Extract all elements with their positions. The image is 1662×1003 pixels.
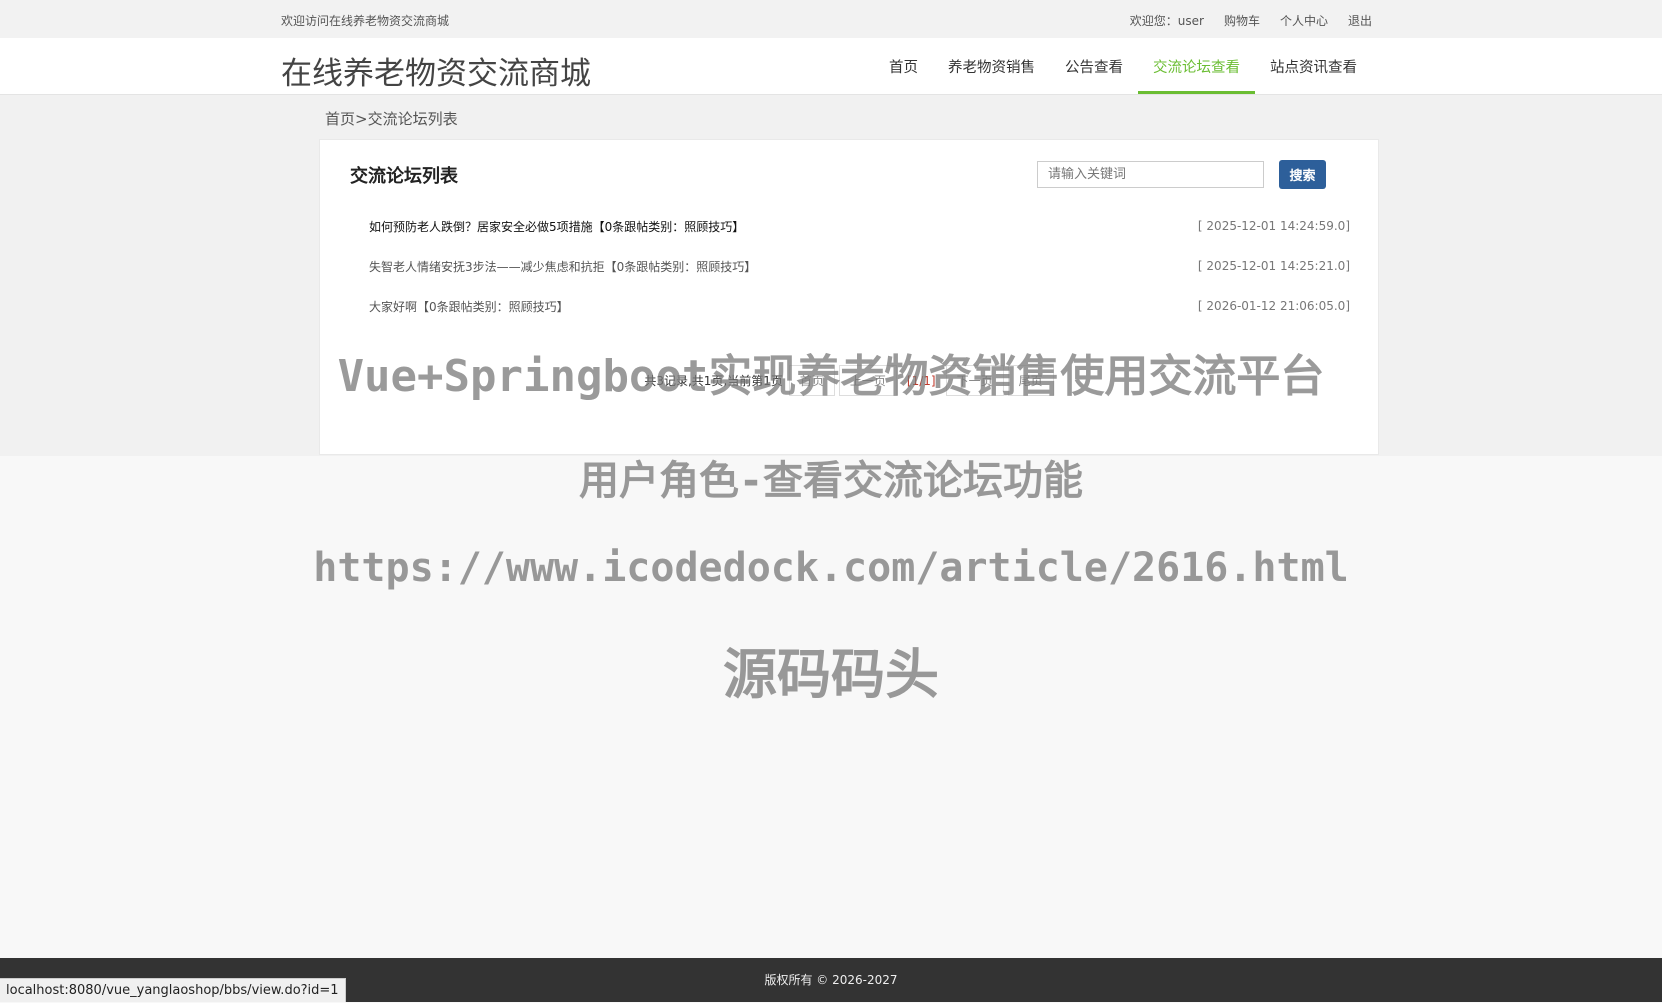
nav-product-sales[interactable]: 养老物资销售 (933, 38, 1050, 94)
profile-link[interactable]: 个人中心 (1280, 12, 1328, 29)
breadcrumb-separator: > (355, 110, 368, 128)
watermark-line-4: 源码码头 (723, 643, 939, 706)
breadcrumb-home[interactable]: 首页 (325, 110, 355, 128)
list-item: 失智老人情绪安抚3步法——减少焦虑和抗拒【0条跟帖类别：照顾技巧】 [ 2025… (369, 246, 1350, 286)
pagination-info: 共3记录,共1页,当前第1页 (644, 374, 783, 388)
post-date: [ 2025-12-01 14:24:59.0] (1197, 219, 1350, 233)
site-header: 在线养老物资交流商城 首页 养老物资销售 公告查看 交流论坛查看 站点资讯查看 (0, 38, 1662, 95)
post-title-link[interactable]: 大家好啊【0条跟帖类别：照顾技巧】 (369, 298, 569, 315)
welcome-text: 欢迎访问在线养老物资交流商城 (281, 14, 450, 28)
list-item: 大家好啊【0条跟帖类别：照顾技巧】 [ 2026-01-12 21:06:05.… (369, 286, 1350, 326)
breadcrumb: 首页>交流论坛列表 (325, 108, 458, 129)
cart-link[interactable]: 购物车 (1224, 12, 1260, 29)
prev-page-button[interactable]: 上一页 (838, 365, 897, 396)
post-date: [ 2025-12-01 14:25:21.0] (1197, 259, 1350, 273)
watermark-line-3: https://www.icodedock.com/article/2616.h… (313, 545, 1349, 591)
site-logo[interactable]: 在线养老物资交流商城 (281, 48, 591, 93)
logout-link[interactable]: 退出 (1348, 12, 1372, 29)
list-item: 如何预防老人跌倒？居家安全必做5项措施【0条跟帖类别：照顾技巧】 [ 2025-… (369, 206, 1350, 246)
nav-announcements[interactable]: 公告查看 (1050, 38, 1138, 94)
nav-news[interactable]: 站点资讯查看 (1255, 38, 1372, 94)
nav-forum[interactable]: 交流论坛查看 (1138, 38, 1255, 94)
top-bar: 欢迎访问在线养老物资交流商城 欢迎您：user 购物车 个人中心 退出 (0, 0, 1662, 38)
top-links: 欢迎您：user 购物车 个人中心 退出 (1130, 12, 1372, 29)
forum-panel: 交流论坛列表 搜索 如何预防老人跌倒？居家安全必做5项措施【0条跟帖类别：照顾技… (319, 139, 1379, 455)
post-list: 如何预防老人跌倒？居家安全必做5项措施【0条跟帖类别：照顾技巧】 [ 2025-… (369, 206, 1350, 326)
post-title-link[interactable]: 如何预防老人跌倒？居家安全必做5项措施【0条跟帖类别：照顾技巧】 (369, 218, 744, 235)
post-date: [ 2026-01-12 21:06:05.0] (1197, 299, 1350, 313)
search-button[interactable]: 搜索 (1279, 160, 1326, 189)
panel-title: 交流论坛列表 (350, 166, 458, 187)
next-page-button[interactable]: 下一页 (945, 365, 1004, 396)
browser-status-url: localhost:8080/vue_yanglaoshop/bbs/view.… (0, 978, 346, 1002)
post-title-link[interactable]: 失智老人情绪安抚3步法——减少焦虑和抗拒【0条跟帖类别：照顾技巧】 (369, 258, 756, 275)
first-page-button[interactable]: 首页 (788, 365, 835, 396)
main-nav: 首页 养老物资销售 公告查看 交流论坛查看 站点资讯查看 (874, 38, 1372, 94)
nav-home[interactable]: 首页 (874, 38, 933, 94)
last-page-button[interactable]: 尾页 (1007, 365, 1054, 396)
watermark-line-2: 用户角色-查看交流论坛功能 (578, 458, 1084, 504)
search-input[interactable] (1037, 161, 1264, 188)
breadcrumb-current: 交流论坛列表 (367, 110, 458, 128)
current-page-indicator: [1/1] (906, 373, 936, 388)
pagination: 共3记录,共1页,当前第1页 首页 上一页 [1/1] 下一页 尾页 (320, 365, 1380, 396)
user-greeting: 欢迎您：user (1129, 14, 1204, 28)
copyright-text: 版权所有 © 2026-2027 (764, 973, 898, 987)
